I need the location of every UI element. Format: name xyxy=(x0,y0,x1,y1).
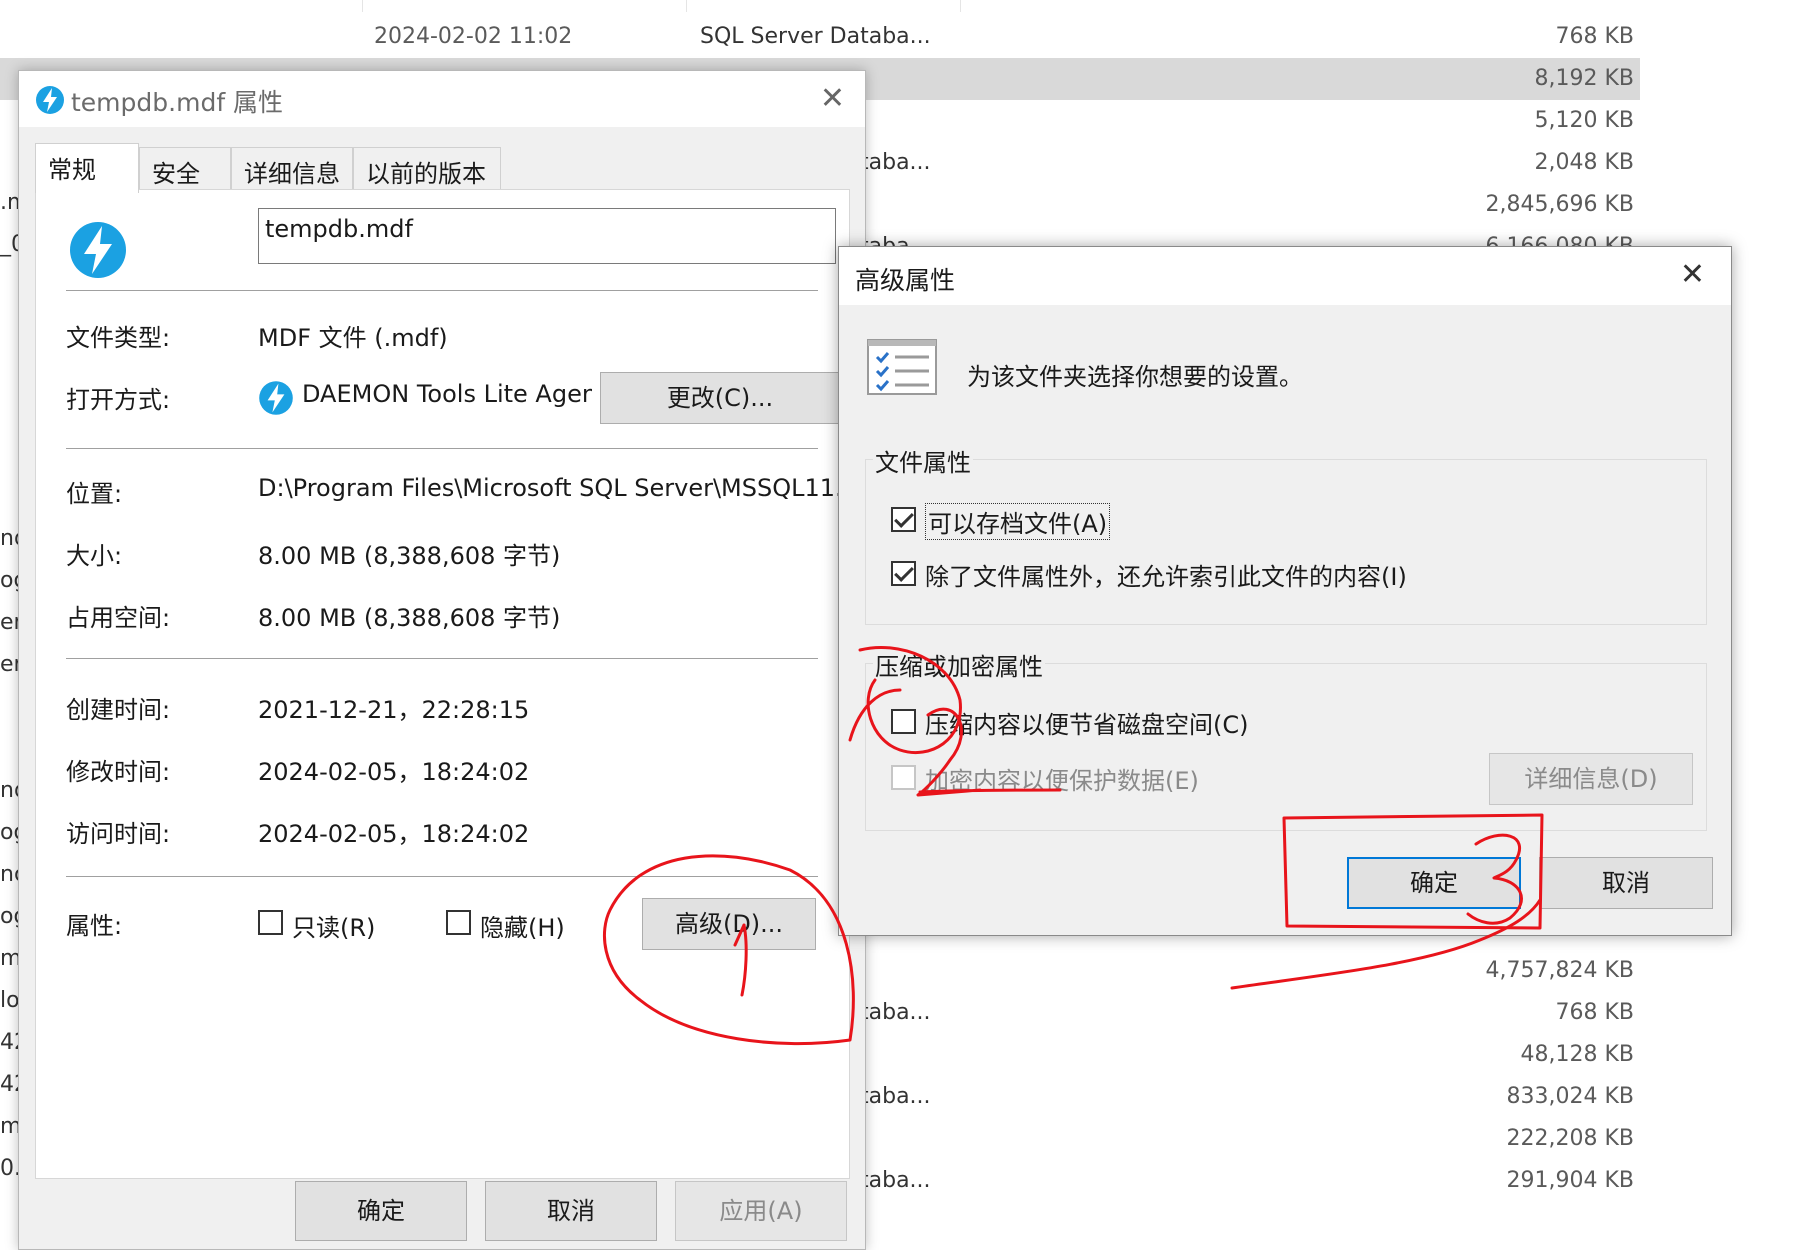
created-label: 创建时间: xyxy=(66,696,171,724)
file-attributes-group xyxy=(865,459,1707,625)
file-type-label: 文件类型: xyxy=(66,324,171,352)
file-size: 291,904 KB xyxy=(1506,1168,1635,1193)
hidden-checkbox[interactable] xyxy=(446,910,471,935)
accessed-label: 访问时间: xyxy=(66,820,171,848)
dialog-title: 高级属性 xyxy=(855,266,956,295)
disk-size-value: 8.00 MB (8,388,608 字节) xyxy=(258,604,561,632)
index-label[interactable]: 除了文件属性外，还允许索引此文件的内容(I) xyxy=(925,557,1407,592)
file-type: taba... xyxy=(860,1168,931,1193)
advanced-titlebar[interactable]: 高级属性 ✕ xyxy=(839,247,1731,305)
advanced-description: 为该文件夹选择你想要的设置。 xyxy=(967,363,1303,391)
file-date: 2024-02-02 11:02 xyxy=(374,24,573,49)
file-size: 2,048 KB xyxy=(1534,150,1635,175)
advanced-attributes-dialog: 高级属性 ✕ 为该文件夹选择你想要的设置。 文件属性 可以存档文件(A) 除了文… xyxy=(838,246,1732,936)
tab-general[interactable]: 常规 xyxy=(35,143,139,193)
properties-titlebar[interactable]: tempdb.mdf 属性 ✕ xyxy=(19,71,865,127)
file-type: SQL Server Databa... xyxy=(700,24,931,49)
created-value: 2021-12-21，22:28:15 xyxy=(258,696,530,724)
dialog-title: tempdb.mdf 属性 xyxy=(71,88,284,117)
divider xyxy=(66,876,818,877)
file-size: 833,024 KB xyxy=(1506,1084,1635,1109)
modified-label: 修改时间: xyxy=(66,758,171,786)
file-type: taba... xyxy=(860,1084,931,1109)
file-size: 5,120 KB xyxy=(1534,108,1635,133)
file-type: taba... xyxy=(860,1000,931,1025)
attributes-label: 属性: xyxy=(66,912,123,940)
disk-size-label: 占用空间: xyxy=(66,604,171,632)
file-type: taba... xyxy=(860,150,931,175)
file-size: 48,128 KB xyxy=(1520,1042,1635,1067)
archive-label[interactable]: 可以存档文件(A) xyxy=(925,503,1111,540)
cancel-button[interactable]: 取消 xyxy=(485,1181,657,1241)
size-value: 8.00 MB (8,388,608 字节) xyxy=(258,542,561,570)
group-title: 文件属性 xyxy=(873,443,973,478)
close-icon[interactable]: ✕ xyxy=(1680,257,1705,292)
close-icon[interactable]: ✕ xyxy=(820,81,845,116)
encrypt-label[interactable]: 加密内容以便保护数据(E) xyxy=(925,761,1199,796)
file-size: 768 KB xyxy=(1555,24,1634,49)
divider xyxy=(66,448,818,449)
location-label: 位置: xyxy=(66,480,123,508)
divider xyxy=(66,658,818,659)
file-type-icon xyxy=(68,220,128,284)
change-button[interactable]: 更改(C)... xyxy=(600,372,840,424)
advanced-button[interactable]: 高级(D)... xyxy=(642,898,816,950)
filename-input[interactable]: tempdb.mdf xyxy=(258,208,836,264)
modified-value: 2024-02-05，18:24:02 xyxy=(258,758,530,786)
accessed-value: 2024-02-05，18:24:02 xyxy=(258,820,530,848)
tab-previous-versions[interactable]: 以前的版本 xyxy=(353,147,501,189)
details-button[interactable]: 详细信息(D) xyxy=(1489,753,1693,805)
daemon-tools-icon xyxy=(258,380,294,420)
open-with-label: 打开方式: xyxy=(66,386,171,414)
readonly-label[interactable]: 只读(R) xyxy=(292,908,375,943)
file-size: 8,192 KB xyxy=(1534,66,1635,91)
column-divider xyxy=(686,0,687,12)
divider xyxy=(66,290,818,291)
file-type-value: MDF 文件 (.mdf) xyxy=(258,324,448,352)
readonly-checkbox[interactable] xyxy=(258,910,283,935)
compress-encrypt-group xyxy=(865,663,1707,831)
file-size: 222,208 KB xyxy=(1506,1126,1635,1151)
ok-button[interactable]: 确定 xyxy=(295,1181,467,1241)
file-row[interactable]: 2024-02-02 11:02 SQL Server Databa... 76… xyxy=(0,16,1640,58)
file-properties-dialog: tempdb.mdf 属性 ✕ 常规 安全 详细信息 以前的版本 tempdb.… xyxy=(18,70,866,1250)
encrypt-checkbox[interactable] xyxy=(891,765,916,790)
ok-button[interactable]: 确定 xyxy=(1347,857,1521,909)
file-name-fragment: lo xyxy=(0,988,20,1013)
apply-button[interactable]: 应用(A) xyxy=(675,1181,847,1241)
hidden-label[interactable]: 隐藏(H) xyxy=(480,908,565,943)
archive-checkbox[interactable] xyxy=(891,507,916,532)
file-size: 4,757,824 KB xyxy=(1485,958,1634,983)
general-tab-panel: tempdb.mdf 文件类型: MDF 文件 (.mdf) 打开方式: DAE… xyxy=(35,189,850,1179)
file-size: 2,845,696 KB xyxy=(1485,192,1634,217)
compress-label[interactable]: 压缩内容以便节省磁盘空间(C) xyxy=(925,705,1248,740)
column-divider xyxy=(362,0,363,12)
column-divider xyxy=(960,0,961,12)
file-size: 768 KB xyxy=(1555,1000,1634,1025)
tab-security[interactable]: 安全 xyxy=(139,147,231,189)
size-label: 大小: xyxy=(66,542,123,570)
tab-details[interactable]: 详细信息 xyxy=(231,147,353,189)
group-title: 压缩或加密属性 xyxy=(873,647,1045,682)
cancel-button[interactable]: 取消 xyxy=(1539,857,1713,909)
settings-checklist-icon xyxy=(867,339,937,399)
open-with-value: DAEMON Tools Lite Agent xyxy=(302,380,592,408)
daemon-tools-icon xyxy=(35,85,65,119)
compress-checkbox[interactable] xyxy=(891,709,916,734)
location-value: D:\Program Files\Microsoft SQL Server\MS… xyxy=(258,474,840,502)
index-checkbox[interactable] xyxy=(891,561,916,586)
